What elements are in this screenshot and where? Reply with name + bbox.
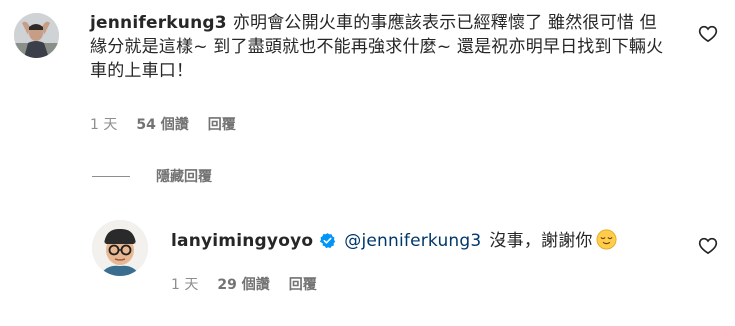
comment-likes[interactable]: 29 個讚	[217, 274, 269, 294]
hide-replies-label: 隱藏回覆	[156, 169, 212, 185]
reply-button[interactable]: 回覆	[208, 114, 236, 134]
reply-button[interactable]: 回覆	[289, 274, 317, 294]
heart-icon[interactable]	[698, 24, 718, 44]
comment-likes[interactable]: 54 個讚	[136, 114, 188, 134]
hide-replies-button[interactable]: 隱藏回覆	[92, 166, 212, 186]
relieved-face-emoji	[596, 229, 617, 250]
comment-jenniferkung3: jenniferkung3 亦明會公開火車的事應該表示已經釋懷了 雖然很可惜 但緣…	[0, 0, 735, 160]
comment-lanyimingyoyo: lanyimingyoyo @jenniferkung3 沒事，謝謝你 1 天 2…	[0, 212, 735, 322]
comment-time[interactable]: 1 天	[171, 274, 198, 294]
hide-replies-divider	[92, 175, 130, 177]
avatar-image	[14, 13, 59, 58]
comment-meta: 1 天 29 個讚 回覆	[171, 274, 336, 294]
verified-badge-icon	[320, 233, 336, 249]
comment-text: lanyimingyoyo @jenniferkung3 沒事，謝謝你	[171, 229, 691, 253]
comment-username[interactable]: lanyimingyoyo	[171, 231, 313, 251]
heart-icon[interactable]	[698, 236, 718, 256]
avatar[interactable]	[92, 220, 148, 276]
comment-body: 沒事，謝謝你	[489, 231, 593, 251]
comment-meta: 1 天 54 個讚 回覆	[90, 114, 255, 134]
comment-text: jenniferkung3 亦明會公開火車的事應該表示已經釋懷了 雖然很可惜 但緣…	[90, 11, 665, 83]
avatar[interactable]	[14, 13, 59, 58]
comment-username[interactable]: jenniferkung3	[90, 13, 227, 33]
comment-time[interactable]: 1 天	[90, 114, 117, 134]
avatar-image	[92, 220, 148, 276]
mention-link[interactable]: @jenniferkung3	[344, 231, 481, 251]
